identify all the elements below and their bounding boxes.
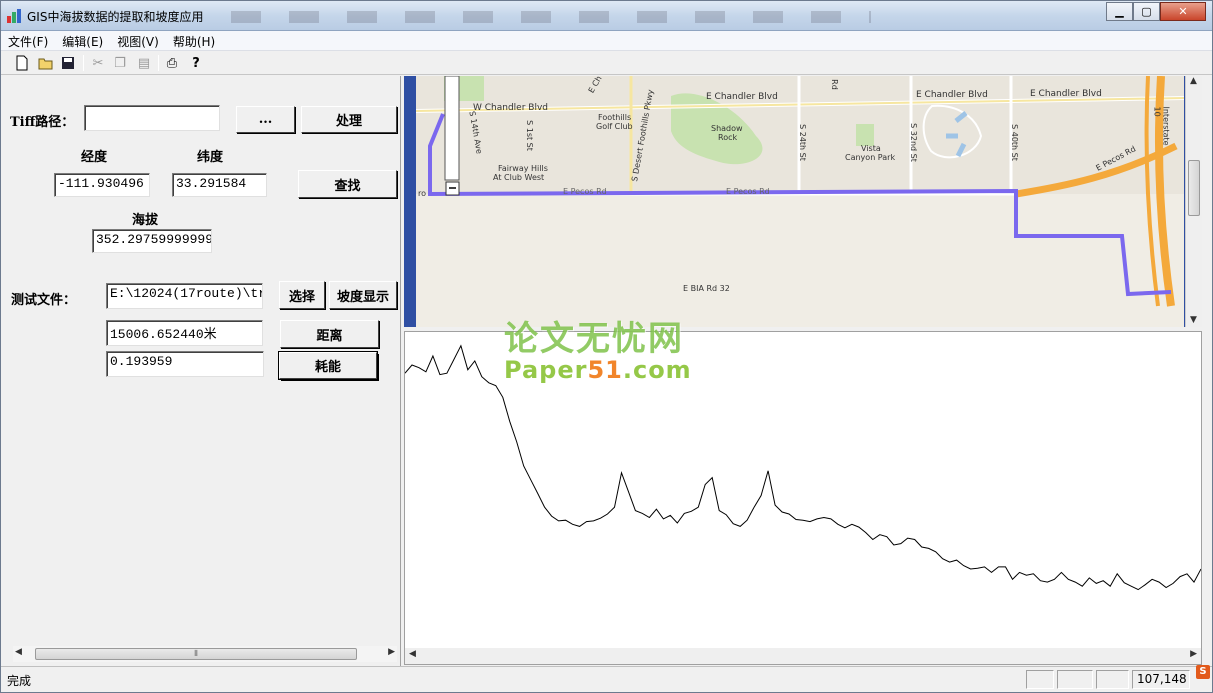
scroll-right-icon[interactable]: ▶ (388, 647, 395, 657)
longitude-label: 经度 (81, 150, 108, 165)
close-icon: ✕ (1178, 5, 1188, 18)
menu-file[interactable]: 文件(F) (1, 31, 55, 50)
app-icon (7, 9, 21, 23)
copy-icon: ❐ (114, 55, 126, 71)
map-label-e-chandler-3: E Chandler Blvd (1030, 89, 1102, 99)
chart-scroll-right-icon[interactable]: ▶ (1190, 649, 1197, 659)
cut-button[interactable]: ✂ (89, 54, 107, 72)
minimize-icon: ▁ (1115, 5, 1124, 18)
control-panel: Tiff路径： ... 处理 经度 纬度 -111.930496 33.2915… (1, 76, 401, 666)
left-horizontal-scrollbar[interactable]: ◀ ⦀ ▶ (13, 646, 397, 662)
paste-button[interactable]: ▤ (135, 54, 153, 72)
scroll-up-icon[interactable]: ▲ (1190, 76, 1197, 86)
paste-icon: ▤ (137, 55, 151, 71)
help-icon: ? (192, 55, 200, 71)
map-label-rd: Rd (829, 79, 839, 90)
chart-scroll-left-icon[interactable]: ◀ (409, 649, 416, 659)
energy-button[interactable]: 耗能 (279, 352, 377, 379)
print-button[interactable]: ⎙ (163, 54, 181, 72)
latitude-input[interactable]: 33.291584 (172, 173, 267, 197)
status-cell-2 (1057, 670, 1093, 689)
help-button[interactable]: ? (187, 54, 205, 72)
map-label-golf-club: Golf Club (596, 122, 633, 131)
map-label-e-chandler-2: E Chandler Blvd (916, 90, 988, 100)
new-icon (16, 55, 28, 71)
map-label-ro: ro (418, 189, 427, 198)
save-button[interactable] (59, 54, 77, 72)
distance-output: 15006.652440米 (106, 320, 263, 346)
status-coords: 107,148 (1132, 670, 1190, 689)
minimize-button[interactable]: ▁ (1106, 2, 1133, 21)
menu-help[interactable]: 帮助(H) (166, 31, 222, 50)
map-label-canyon-park: Canyon Park (845, 153, 896, 162)
menu-view[interactable]: 视图(V) (110, 31, 166, 50)
tiff-path-input[interactable] (84, 105, 220, 131)
maximize-icon: ▢ (1141, 5, 1152, 18)
map-label-e-pecos: E Pecos Rd (563, 187, 607, 196)
map-label-s-24th: S 24th St (797, 124, 807, 161)
print-icon: ⎙ (166, 55, 178, 71)
map-vertical-scrollbar[interactable]: ▲ ▼ (1185, 76, 1202, 327)
elevation-output: 352.29759999999 (92, 229, 212, 253)
map-label-s-40th: S 40th St (1009, 124, 1019, 161)
save-icon (62, 57, 74, 69)
latitude-label: 纬度 (197, 150, 224, 165)
cut-icon: ✂ (92, 55, 104, 71)
slope-chart-pane: ◀ ▶ (404, 331, 1202, 665)
test-file-label: 测试文件： (11, 293, 77, 308)
menu-bar: 文件(F) 编辑(E) 视图(V) 帮助(H) (1, 31, 1212, 51)
copy-button[interactable]: ❐ (111, 54, 129, 72)
elevation-label: 海拔 (132, 213, 159, 228)
tiff-path-label: Tiff路径： (10, 115, 75, 130)
corner-logo-icon: S (1196, 665, 1210, 679)
blurred-taskbar-strip (231, 11, 871, 23)
title-bar[interactable]: GIS中海拔数据的提取和坡度应用 ▁ ▢ ✕ (1, 1, 1212, 31)
status-text: 完成 (7, 674, 32, 688)
map-label-foothills: Foothills (598, 113, 632, 122)
map-label-e-bia: E BIA Rd 32 (683, 284, 730, 293)
energy-output: 0.193959 (106, 351, 264, 377)
process-button[interactable]: 处理 (301, 106, 397, 133)
elevation-series-line (404, 344, 1202, 591)
menu-edit[interactable]: 编辑(E) (55, 31, 110, 50)
window-title: GIS中海拔数据的提取和坡度应用 (27, 10, 204, 24)
slope-display-button[interactable]: 坡度显示 (329, 281, 397, 309)
map-label-s-1st: S 1st St (524, 120, 534, 151)
map-label-fairway: Fairway Hills (498, 164, 548, 173)
map-label-e-chandler-1: E Chandler Blvd (706, 92, 778, 102)
elevation-profile-chart (404, 344, 1202, 591)
map-label-club-west: At Club West (493, 173, 545, 182)
map-frame: W Chandler Blvd E Chandler Blvd E Chandl… (404, 76, 1202, 327)
open-icon (38, 58, 53, 70)
map-label-rock: Rock (718, 133, 738, 142)
map-label-w-chandler: W Chandler Blvd (473, 103, 548, 113)
status-cell-3 (1096, 670, 1129, 689)
map-label-shadow: Shadow (711, 124, 743, 133)
distance-button[interactable]: 距离 (280, 320, 379, 348)
app-window: GIS中海拔数据的提取和坡度应用 ▁ ▢ ✕ 文件(F) 编辑(E) 视图(V)… (0, 0, 1213, 693)
new-button[interactable] (13, 54, 31, 72)
scroll-left-icon[interactable]: ◀ (15, 647, 22, 657)
chart-horizontal-scrollbar[interactable]: ◀ ▶ (405, 648, 1201, 664)
map-label-s-32nd: S 32nd St (908, 123, 918, 162)
map-label-e-pecos-2: E Pecos Rd (726, 187, 770, 196)
search-button[interactable]: 查找 (298, 170, 397, 198)
close-button[interactable]: ✕ (1160, 2, 1206, 21)
browse-button[interactable]: ... (236, 106, 295, 133)
maximize-button[interactable]: ▢ (1133, 2, 1160, 21)
map-label-vista: Vista (861, 144, 881, 153)
longitude-input[interactable]: -111.930496 (54, 173, 150, 197)
status-bar: 完成 107,148 (1, 666, 1212, 692)
test-file-input[interactable]: E:\12024(17route)\trip_1 (106, 283, 263, 309)
scroll-down-icon[interactable]: ▼ (1190, 315, 1197, 325)
select-button[interactable]: 选择 (279, 281, 325, 309)
map-view[interactable]: W Chandler Blvd E Chandler Blvd E Chandl… (416, 76, 1184, 327)
map-label-interstate: Interstate 10 (1152, 106, 1171, 146)
toolbar: ✂ ❐ ▤ ⎙ ? (1, 51, 1212, 75)
open-button[interactable] (37, 54, 55, 72)
scroll-thumb[interactable]: ⦀ (35, 648, 357, 660)
map-scroll-thumb[interactable] (1188, 160, 1200, 216)
map-canvas (416, 76, 1184, 327)
status-cell-1 (1026, 670, 1054, 689)
